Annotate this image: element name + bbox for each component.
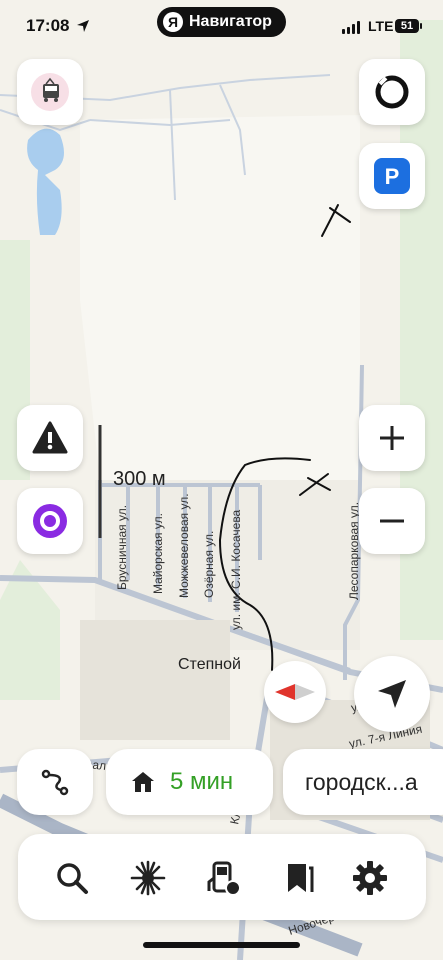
street-label: Майорская ул.: [151, 513, 165, 594]
events-button[interactable]: [122, 852, 174, 904]
destination-label: городск...а: [305, 768, 418, 795]
alice-ring-icon: [375, 75, 409, 109]
route-options-button[interactable]: [17, 749, 93, 815]
battery-tip: [420, 23, 422, 29]
bookmarks-icon: [288, 864, 314, 892]
route-destination-button[interactable]: городск...а: [283, 749, 443, 815]
parking-icon: P: [374, 158, 410, 194]
plus-icon: [380, 426, 404, 450]
app-name: Навигатор: [189, 13, 272, 30]
network-type: LTE: [368, 18, 394, 34]
yandex-logo: Я: [163, 12, 183, 32]
gas-station-icon: [207, 861, 241, 896]
search-icon: [57, 863, 88, 894]
road-event-warning-icon: [32, 421, 68, 454]
settings-button[interactable]: [344, 852, 396, 904]
compass-icon: [275, 684, 315, 700]
home-indicator: [143, 942, 300, 948]
street-label: Озёрная ул.: [202, 531, 216, 598]
bookmarks-button[interactable]: [274, 852, 326, 904]
compass-button[interactable]: [264, 661, 326, 723]
events-icon: [130, 860, 166, 896]
street-label: Брусничная ул.: [115, 505, 129, 590]
home-eta: 5 мин: [170, 768, 234, 795]
assistant-button[interactable]: [17, 488, 83, 554]
road-event-button[interactable]: [17, 405, 83, 471]
route-home-button[interactable]: 5 мин: [106, 749, 273, 815]
location-arrow-icon: [378, 680, 406, 708]
zoom-in-button[interactable]: [359, 405, 425, 471]
parking-button[interactable]: P: [359, 143, 425, 209]
tram-bus-icon: [31, 73, 69, 111]
cellular-signal-icon: [342, 20, 360, 34]
street-label: ул. им. С.И. Косачева: [229, 509, 243, 630]
clock: 17:08: [26, 16, 70, 35]
app-return-pill[interactable]: Я Навигатор: [157, 7, 286, 37]
alice-icon: [33, 504, 67, 538]
gas-stations-button[interactable]: [198, 852, 250, 904]
bottom-toolbar: [18, 834, 426, 920]
scale-label: 300 м: [113, 468, 166, 490]
battery-level: 51: [400, 20, 414, 32]
zoom-out-button[interactable]: [359, 488, 425, 554]
location-services-icon: [77, 20, 89, 32]
my-location-button[interactable]: [354, 656, 430, 732]
home-icon: [132, 772, 154, 792]
search-button[interactable]: [46, 852, 98, 904]
alice-button[interactable]: [359, 59, 425, 125]
status-bar: 17:08 Я Навигатор LTE 51: [0, 0, 443, 52]
street-label: Можжевеловая ул.: [177, 493, 191, 598]
settings-icon: [353, 861, 387, 895]
minus-icon: [380, 519, 404, 523]
battery-icon: 51: [395, 19, 419, 33]
transport-layer-button[interactable]: [17, 59, 83, 125]
route-icon: [41, 769, 69, 796]
place-label-stepnoy: Степной: [178, 656, 241, 673]
svg-text:P: P: [385, 164, 400, 189]
